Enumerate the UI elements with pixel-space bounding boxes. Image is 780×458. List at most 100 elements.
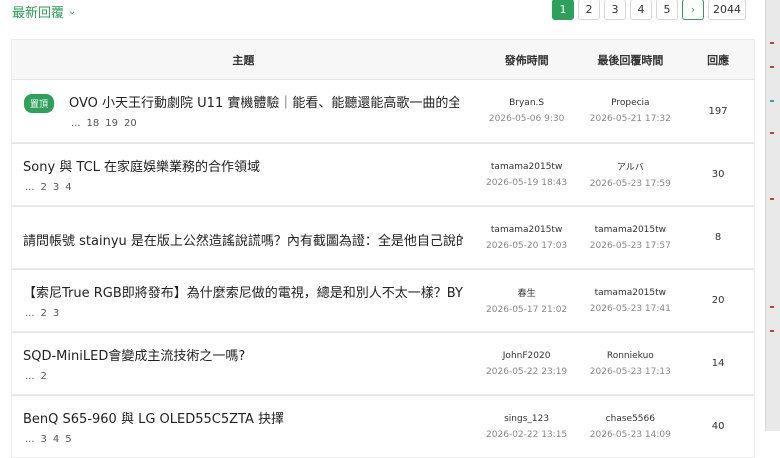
topic-cell: 置頂 OVO 小天王行動劇院 U11 實機體驗｜能看、能聽還能高歌一曲的全能..… bbox=[12, 80, 475, 142]
topic-title-link[interactable]: Sony 與 TCL 在家庭娛樂業務的合作領域 bbox=[23, 156, 260, 175]
table-row: 置頂 OVO 小天王行動劇院 U11 實機體驗｜能看、能聽還能高歌一曲的全能..… bbox=[11, 79, 755, 143]
page-3-button[interactable]: 3 bbox=[604, 0, 626, 20]
author-link[interactable]: tamama2015tw bbox=[491, 225, 562, 235]
edge-mark bbox=[770, 306, 774, 308]
last-user-link[interactable]: tamama2015tw bbox=[595, 225, 666, 235]
page-4-button[interactable]: 4 bbox=[630, 0, 652, 20]
page-5-button[interactable]: 5 bbox=[656, 0, 678, 20]
topic-title-link[interactable]: SQD-MiniLED會變成主流技術之一嗎? bbox=[23, 345, 245, 364]
pagination: 1 2 3 4 5 › 2044 bbox=[552, 0, 746, 20]
edge-mark bbox=[770, 330, 774, 332]
table-row: 【索尼True RGB即將發布】為什麼索尼做的電視，總是和別人不太一樣？BY 大… bbox=[11, 269, 755, 332]
last-reply-time: 2026-05-21 17:32 bbox=[589, 114, 671, 124]
last-user-link[interactable]: アルバ bbox=[617, 160, 644, 173]
topic-title-link[interactable]: 請問帳號 stainyu 是在版上公然造謠說謊嗎？內有截圖為證：全是他自己說的 bbox=[23, 230, 463, 249]
page-link[interactable]: 2 bbox=[41, 371, 47, 382]
header-posted: 發佈時間 bbox=[504, 53, 549, 67]
next-page-button[interactable]: › bbox=[682, 0, 704, 20]
last-reply-time: 2026-05-23 14:09 bbox=[589, 429, 671, 440]
last-page-button[interactable]: 2044 bbox=[708, 0, 746, 20]
reply-count: 8 bbox=[714, 232, 722, 243]
last-reply-cell: tamama2015tw 2026-05-23 17:41 bbox=[578, 270, 682, 331]
chevron-right-icon: › bbox=[690, 3, 696, 16]
posted-cell: sings_123 2026-02-22 13:15 bbox=[475, 396, 579, 457]
edge-mark bbox=[770, 198, 774, 200]
topic-cell: SQD-MiniLED會變成主流技術之一嗎? ... 2 bbox=[12, 333, 475, 394]
last-user-link[interactable]: chase5566 bbox=[606, 414, 655, 424]
page-edge-scrollbar[interactable] bbox=[765, 0, 780, 431]
page-ellipsis: ... bbox=[71, 118, 81, 129]
page-link[interactable]: 4 bbox=[53, 434, 59, 445]
last-reply-cell: Propecia 2026-05-21 17:32 bbox=[578, 80, 682, 142]
last-reply-time: 2026-05-23 17:41 bbox=[589, 303, 671, 314]
page-link[interactable]: 18 bbox=[87, 118, 100, 129]
last-user-link[interactable]: Ronniekuo bbox=[607, 351, 654, 361]
pinned-badge: 置頂 bbox=[24, 94, 55, 113]
topbar: 最新回覆 ⌄ 1 2 3 4 5 › 2044 bbox=[0, 0, 770, 22]
posted-time: 2026-05-17 21:02 bbox=[486, 305, 568, 315]
topic-title-link[interactable]: BenQ S65-960 與 LG OLED55C5ZTA 抉擇 bbox=[23, 408, 284, 427]
page-ellipsis: ... bbox=[25, 434, 35, 445]
reply-count: 30 bbox=[711, 169, 725, 180]
last-user-link[interactable]: tamama2015tw bbox=[595, 288, 666, 298]
author-link[interactable]: JohnF2020 bbox=[503, 351, 551, 361]
posted-time: 2026-05-22 23:19 bbox=[486, 366, 568, 377]
page-2-button[interactable]: 2 bbox=[578, 0, 600, 20]
posted-cell: tamama2015tw 2026-05-19 18:43 bbox=[475, 144, 579, 205]
page-link[interactable]: 4 bbox=[65, 182, 71, 193]
topic-cell: BenQ S65-960 與 LG OLED55C5ZTA 抉擇 ... 3 4… bbox=[12, 396, 475, 457]
page-link[interactable]: 5 bbox=[65, 434, 71, 445]
topic-title-link[interactable]: OVO 小天王行動劇院 U11 實機體驗｜能看、能聽還能高歌一曲的全能... bbox=[69, 92, 459, 111]
posted-cell: JohnF2020 2026-05-22 23:19 bbox=[475, 333, 579, 394]
page-link[interactable]: 2 bbox=[41, 182, 47, 193]
posted-time: 2026-02-22 13:15 bbox=[486, 429, 568, 440]
topic-pages: ... 2 bbox=[25, 371, 47, 382]
table-row: 請問帳號 stainyu 是在版上公然造謠說謊嗎？內有截圖為證：全是他自己說的 … bbox=[11, 206, 755, 269]
last-reply-time: 2026-05-23 17:13 bbox=[589, 366, 671, 377]
author-link[interactable]: sings_123 bbox=[504, 414, 549, 424]
page-link[interactable]: 3 bbox=[53, 182, 59, 193]
last-reply-time: 2026-05-23 17:59 bbox=[589, 179, 671, 189]
author-link[interactable]: 春生 bbox=[518, 286, 536, 299]
last-user-link[interactable]: Propecia bbox=[611, 98, 650, 108]
header-replies: 回應 bbox=[707, 53, 730, 67]
table-row: Sony 與 TCL 在家庭娛樂業務的合作領域 ... 2 3 4 tamama… bbox=[11, 143, 755, 206]
posted-cell: Bryan.S 2026-05-06 9:30 bbox=[475, 80, 579, 142]
reply-count: 14 bbox=[711, 358, 725, 369]
header-last-reply: 最後回覆時間 bbox=[597, 53, 664, 67]
page-1-button[interactable]: 1 bbox=[552, 0, 574, 20]
page-link[interactable]: 3 bbox=[41, 434, 47, 445]
topic-cell: 請問帳號 stainyu 是在版上公然造謠說謊嗎？內有截圖為證：全是他自己說的 bbox=[12, 207, 475, 268]
sort-label: 最新回覆 bbox=[12, 6, 65, 21]
posted-time: 2026-05-20 17:03 bbox=[486, 240, 568, 251]
page-link[interactable]: 19 bbox=[105, 118, 118, 129]
page-ellipsis: ... bbox=[25, 371, 35, 382]
author-link[interactable]: Bryan.S bbox=[509, 98, 544, 108]
topic-table: 主題 發佈時間 最後回覆時間 回應 置頂 OVO 小天王行動劇院 U11 實機體… bbox=[11, 39, 755, 458]
author-link[interactable]: tamama2015tw bbox=[491, 162, 562, 172]
last-reply-time: 2026-05-23 17:57 bbox=[589, 240, 671, 251]
last-reply-cell: Ronniekuo 2026-05-23 17:13 bbox=[578, 333, 682, 394]
sort-dropdown[interactable]: 最新回覆 ⌄ bbox=[12, 2, 76, 21]
page-link[interactable]: 2 bbox=[41, 308, 47, 319]
table-row: BenQ S65-960 與 LG OLED55C5ZTA 抉擇 ... 3 4… bbox=[11, 395, 755, 458]
last-reply-cell: アルバ 2026-05-23 17:59 bbox=[578, 144, 682, 205]
edge-mark bbox=[770, 100, 774, 102]
posted-time: 2026-05-19 18:43 bbox=[486, 177, 568, 188]
topic-pages: ... 18 19 20 bbox=[71, 118, 137, 129]
table-row: SQD-MiniLED會變成主流技術之一嗎? ... 2 JohnF2020 2… bbox=[11, 332, 755, 395]
reply-count: 197 bbox=[708, 105, 728, 117]
edge-mark bbox=[770, 132, 774, 134]
topic-cell: 【索尼True RGB即將發布】為什麼索尼做的電視，總是和別人不太一樣？BY 大… bbox=[12, 270, 475, 331]
edge-mark bbox=[770, 66, 774, 68]
page-link[interactable]: 20 bbox=[124, 118, 137, 129]
reply-count: 40 bbox=[711, 421, 725, 432]
page-link[interactable]: 3 bbox=[53, 308, 59, 319]
table-header: 主題 發佈時間 最後回覆時間 回應 bbox=[11, 39, 755, 79]
page-ellipsis: ... bbox=[25, 182, 35, 193]
posted-cell: 春生 2026-05-17 21:02 bbox=[475, 270, 579, 331]
topic-pages: ... 2 3 bbox=[25, 308, 59, 319]
posted-cell: tamama2015tw 2026-05-20 17:03 bbox=[475, 207, 579, 268]
reply-count: 20 bbox=[711, 295, 725, 306]
topic-title-link[interactable]: 【索尼True RGB即將發布】為什麼索尼做的電視，總是和別人不太一樣？BY 大… bbox=[23, 282, 463, 301]
